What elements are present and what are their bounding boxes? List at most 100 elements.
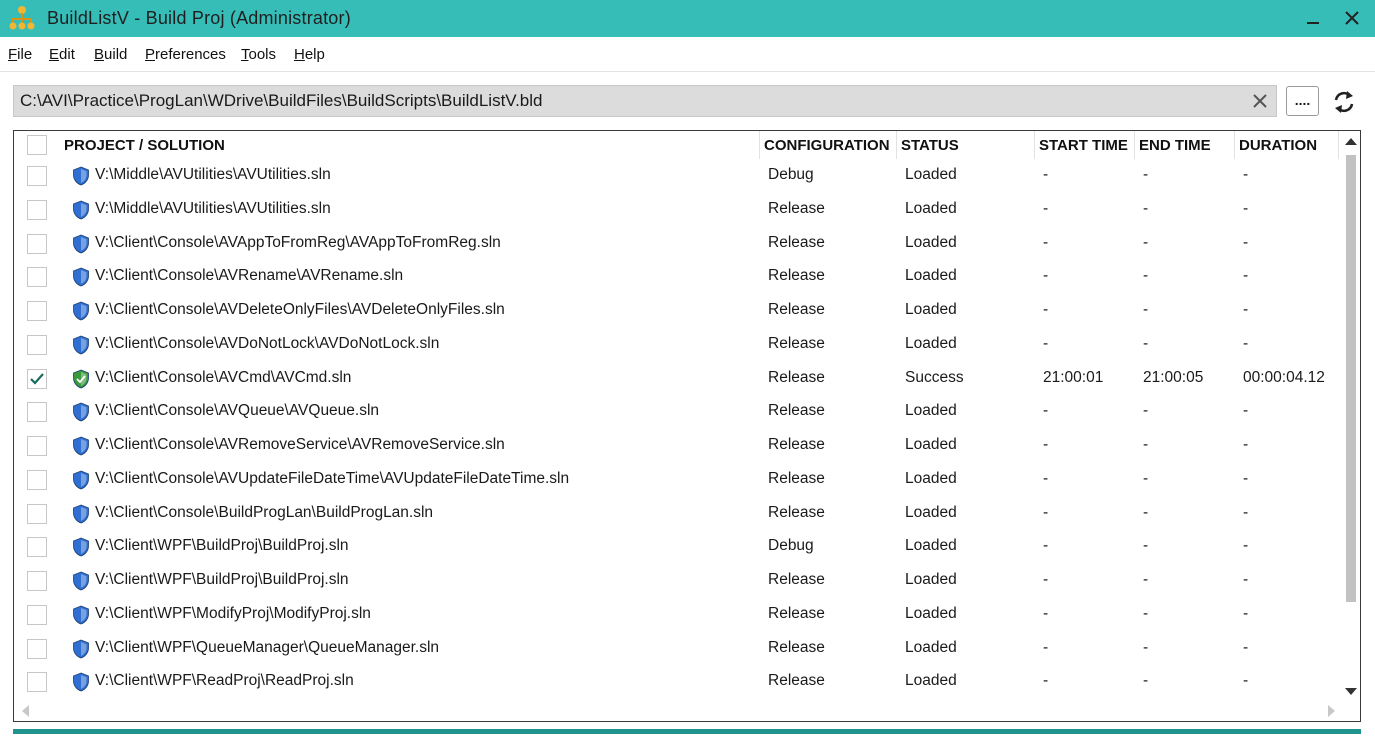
cell-duration: - bbox=[1243, 672, 1249, 690]
row-checkbox[interactable] bbox=[27, 571, 47, 591]
menu-edit[interactable]: Edit bbox=[49, 46, 75, 63]
scroll-right-icon[interactable] bbox=[1327, 705, 1337, 717]
row-checkbox[interactable] bbox=[27, 267, 47, 288]
cell-start-time: - bbox=[1043, 537, 1049, 555]
shield-icon bbox=[73, 234, 89, 253]
cell-project: V:\Client\Console\BuildProgLan\BuildProg… bbox=[95, 503, 434, 521]
cell-start-time: - bbox=[1043, 233, 1049, 251]
menu-help[interactable]: Help bbox=[294, 46, 325, 63]
vertical-scrollbar[interactable] bbox=[1342, 131, 1360, 721]
row-checkbox[interactable] bbox=[27, 233, 47, 254]
cell-project: V:\Client\WPF\BuildProj\BuildProj.sln bbox=[95, 571, 349, 588]
table-row[interactable]: V:\Middle\AVUtilities\AVUtilities.sln Deb… bbox=[14, 159, 1342, 193]
shield-icon bbox=[73, 166, 89, 186]
cell-project: V:\Client\Console\AVAppToFromReg\AVAppTo… bbox=[95, 233, 501, 251]
cell-status: Loaded bbox=[905, 672, 957, 690]
row-checkbox[interactable] bbox=[27, 436, 47, 456]
menu-file[interactable]: File bbox=[8, 46, 32, 63]
table-row[interactable]: V:\Client\Console\AVDeleteOnlyFiles\AVDe… bbox=[14, 294, 1342, 328]
table-row[interactable]: V:\Client\Console\BuildProgLan\BuildProg… bbox=[14, 497, 1342, 531]
shield-icon bbox=[73, 537, 89, 557]
menu-build[interactable]: Build bbox=[94, 46, 127, 63]
row-checkbox[interactable] bbox=[27, 334, 47, 355]
cell-start-time: - bbox=[1043, 571, 1049, 588]
cell-configuration: Release bbox=[768, 638, 825, 656]
cell-duration: - bbox=[1243, 199, 1249, 217]
clear-icon[interactable] bbox=[1252, 93, 1268, 109]
cell-configuration: Release bbox=[768, 267, 825, 285]
minimize-icon bbox=[1307, 22, 1319, 24]
row-checkbox[interactable] bbox=[27, 402, 47, 423]
cell-end-time: - bbox=[1143, 604, 1149, 622]
table-row[interactable]: V:\Client\Console\AVRemoveService\AVRemo… bbox=[14, 429, 1342, 463]
header-project[interactable]: PROJECT / SOLUTION bbox=[60, 131, 760, 159]
scroll-down-icon[interactable] bbox=[1345, 688, 1357, 696]
menu-preferences[interactable]: Preferences bbox=[145, 46, 226, 63]
table-row[interactable]: V:\Client\WPF\ModifyProj\ModifyProj.sln R… bbox=[14, 598, 1342, 632]
table-row[interactable]: V:\Client\WPF\BuildProj\BuildProj.sln Deb… bbox=[14, 530, 1342, 564]
cell-end-time: - bbox=[1143, 503, 1149, 521]
cell-end-time: - bbox=[1143, 267, 1149, 285]
cell-project: V:\Client\WPF\BuildProj\BuildProj.sln bbox=[95, 537, 349, 555]
cell-start-time: - bbox=[1043, 334, 1049, 352]
cell-configuration: Debug bbox=[768, 166, 814, 183]
cell-configuration: Debug bbox=[768, 537, 814, 555]
table-row[interactable]: V:\Client\WPF\BuildProj\BuildProj.sln Rel… bbox=[14, 564, 1342, 598]
menu-tools[interactable]: Tools bbox=[241, 46, 276, 63]
vertical-scroll-thumb[interactable] bbox=[1346, 155, 1356, 602]
cell-end-time: - bbox=[1143, 199, 1149, 217]
minimize-button[interactable] bbox=[1301, 6, 1325, 30]
table-row[interactable]: V:\Middle\AVUtilities\AVUtilities.sln Rel… bbox=[14, 193, 1342, 227]
table-row[interactable]: V:\Client\Console\AVRename\AVRename.sln R… bbox=[14, 260, 1342, 294]
table-row[interactable]: V:\Client\Console\AVAppToFromReg\AVAppTo… bbox=[14, 227, 1342, 261]
cell-project: V:\Client\Console\AVUpdateFileDateTime\A… bbox=[95, 469, 570, 487]
close-button[interactable] bbox=[1340, 6, 1364, 30]
table-row[interactable]: V:\Client\Console\AVDoNotLock\AVDoNotLoc… bbox=[14, 328, 1342, 362]
select-all-checkbox[interactable] bbox=[27, 135, 47, 155]
menu-bar: File Edit Build Preferences Tools Help bbox=[0, 37, 1375, 72]
app-tree-icon bbox=[9, 6, 35, 30]
header-start-time[interactable]: START TIME bbox=[1035, 131, 1135, 159]
row-checkbox[interactable] bbox=[27, 301, 47, 321]
row-checkbox[interactable] bbox=[27, 166, 47, 186]
row-checkbox[interactable] bbox=[27, 199, 47, 220]
header-end-time[interactable]: END TIME bbox=[1135, 131, 1235, 159]
cell-duration: - bbox=[1243, 334, 1249, 352]
cell-status: Loaded bbox=[905, 334, 957, 352]
header-duration[interactable]: DURATION bbox=[1235, 131, 1339, 159]
row-checkbox[interactable] bbox=[27, 638, 47, 659]
cell-status: Loaded bbox=[905, 469, 957, 487]
shield-icon bbox=[73, 504, 89, 523]
cell-end-time: - bbox=[1143, 233, 1149, 251]
build-file-path-input[interactable] bbox=[20, 86, 1240, 116]
cell-end-time: - bbox=[1143, 334, 1149, 352]
row-checkbox[interactable] bbox=[27, 469, 47, 490]
row-checkbox[interactable] bbox=[27, 672, 47, 693]
refresh-icon[interactable] bbox=[1330, 88, 1358, 116]
cell-configuration: Release bbox=[768, 672, 825, 690]
cell-duration: - bbox=[1243, 469, 1249, 487]
row-checkbox[interactable] bbox=[27, 604, 47, 625]
cell-status: Success bbox=[905, 368, 964, 386]
scroll-up-icon[interactable] bbox=[1345, 137, 1357, 145]
cell-project: V:\Client\Console\AVRename\AVRename.sln bbox=[95, 267, 404, 285]
cell-duration: - bbox=[1243, 503, 1249, 521]
browse-button[interactable]: .... bbox=[1286, 86, 1319, 116]
cell-start-time: - bbox=[1043, 638, 1049, 656]
table-row[interactable]: V:\Client\Console\AVUpdateFileDateTime\A… bbox=[14, 463, 1342, 497]
shield-icon bbox=[73, 470, 89, 490]
scroll-left-icon[interactable] bbox=[20, 705, 30, 717]
table-row[interactable]: V:\Client\WPF\QueueManager\QueueManager.… bbox=[14, 632, 1342, 666]
cell-end-time: - bbox=[1143, 469, 1149, 487]
header-configuration[interactable]: CONFIGURATION bbox=[760, 131, 897, 159]
table-row[interactable]: V:\Client\Console\AVCmd\AVCmd.sln Release… bbox=[14, 362, 1342, 396]
row-checkbox[interactable] bbox=[27, 368, 47, 389]
header-status[interactable]: STATUS bbox=[897, 131, 1035, 159]
cell-configuration: Release bbox=[768, 368, 825, 386]
row-checkbox[interactable] bbox=[27, 537, 47, 558]
path-field-container bbox=[13, 85, 1277, 117]
cell-project: V:\Middle\AVUtilities\AVUtilities.sln bbox=[95, 166, 331, 183]
table-row[interactable]: V:\Client\Console\AVQueue\AVQueue.sln Rel… bbox=[14, 395, 1342, 429]
table-row[interactable]: V:\Client\WPF\ReadProj\ReadProj.sln Relea… bbox=[14, 665, 1342, 699]
row-checkbox[interactable] bbox=[27, 503, 47, 524]
